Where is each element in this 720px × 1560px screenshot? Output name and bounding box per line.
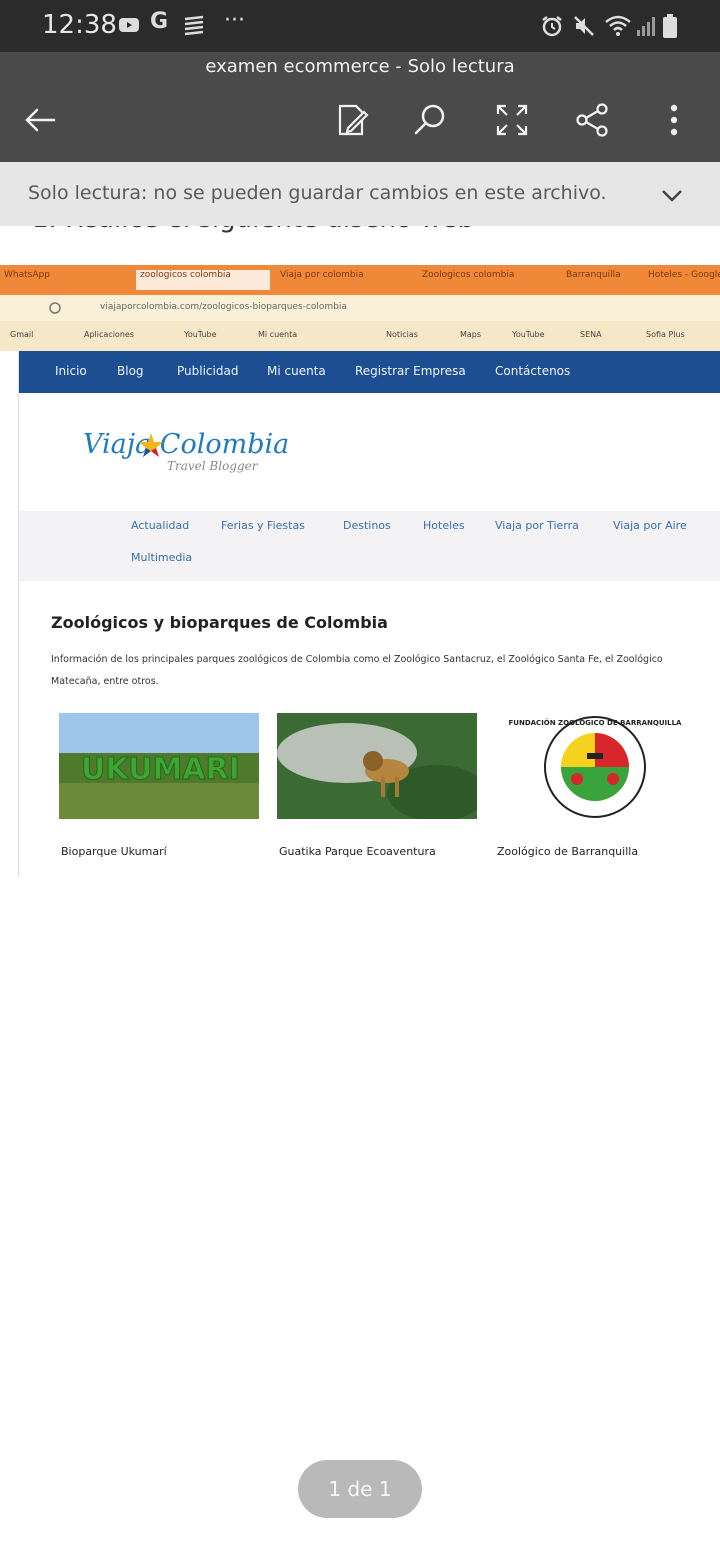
more-options-button[interactable]	[644, 90, 704, 150]
browser-tab: Barranquilla	[566, 270, 621, 280]
card-caption-ukumari: Bioparque Ukumarí	[61, 845, 167, 858]
card-image-guatika	[277, 713, 477, 819]
browser-address-bar: viajaporcolombia.com/zoologicos-bioparqu…	[0, 295, 720, 321]
page-indicator: 1 de 1	[298, 1460, 422, 1518]
logo-subtitle: Travel Blogger	[167, 459, 258, 473]
category-viaja-aire: Viaja por Aire	[613, 519, 687, 532]
logo-title: Viaja Colombia	[83, 429, 290, 460]
bookmark: YouTube	[512, 330, 545, 339]
nav-item-mi-cuenta: Mi cuenta	[267, 364, 326, 378]
nav-item-inicio: Inicio	[55, 364, 87, 378]
logo-star-icon	[139, 433, 163, 457]
bookmark: Mi cuenta	[258, 330, 298, 339]
bookmark: YouTube	[184, 330, 217, 339]
ukumari-sign-text: UKUMARI	[81, 752, 240, 787]
card-caption-guatika: Guatika Parque Ecoaventura	[279, 845, 436, 858]
expand-banner-button[interactable]	[656, 180, 688, 212]
embedded-website-screenshot: WhatsApp zoologicos colombia Viaja por c…	[0, 265, 720, 877]
nav-item-contactenos: Contáctenos	[495, 364, 571, 378]
category-actualidad: Actualidad	[131, 519, 190, 532]
status-time: 12:38	[42, 10, 117, 40]
nav-item-registrar-empresa: Registrar Empresa	[355, 364, 466, 378]
stack-icon	[182, 14, 206, 40]
bookmark: Noticias	[386, 330, 418, 339]
edit-doc-icon	[338, 104, 369, 136]
battery-icon	[662, 14, 678, 44]
edit-button[interactable]	[322, 90, 382, 150]
alarm-icon	[540, 14, 564, 42]
app-header: examen ecommerce - Solo lectura	[0, 52, 720, 162]
browser-tab: Hoteles - Google	[648, 270, 720, 280]
category-destinos: Destinos	[343, 519, 391, 532]
more-vertical-icon	[670, 104, 678, 136]
bookmark: Sofia Plus	[646, 330, 685, 339]
reload-icon	[49, 302, 61, 314]
google-icon: G	[150, 9, 169, 34]
share-button[interactable]	[562, 90, 622, 150]
card-image-ukumari: UKUMARI	[59, 713, 259, 819]
website-page: Inicio Blog Publicidad Mi cuenta Registr…	[18, 351, 720, 877]
share-icon	[576, 103, 608, 137]
site-main-nav: Inicio Blog Publicidad Mi cuenta Registr…	[19, 351, 720, 393]
browser-tab: Zoologicos colombia	[422, 270, 515, 280]
more-dots-icon: ···	[224, 8, 245, 33]
bookmark: SENA	[580, 330, 602, 339]
signal-icon	[636, 14, 658, 42]
arrow-left-icon	[25, 108, 56, 132]
nav-item-publicidad: Publicidad	[177, 364, 239, 378]
category-hoteles: Hoteles	[423, 519, 465, 532]
search-button[interactable]	[400, 90, 460, 150]
bookmark: Maps	[460, 330, 482, 339]
site-page-description: Información de los principales parques z…	[51, 654, 663, 687]
status-bar: 12:38 G ···	[0, 0, 720, 52]
chevron-down-icon	[662, 190, 682, 202]
site-page-title: Zoológicos y bioparques de Colombia	[51, 613, 388, 632]
read-only-banner: Solo lectura: no se pueden guardar cambi…	[0, 162, 720, 226]
read-only-message: Solo lectura: no se pueden guardar cambi…	[28, 182, 607, 204]
search-icon	[414, 104, 445, 135]
zoo-logo-text: FUNDACIÓN ZOOLÓGICO DE BARRANQUILLA	[509, 718, 683, 727]
youtube-icon	[118, 14, 140, 40]
browser-tab: Viaja por colombia	[280, 270, 364, 280]
back-button[interactable]	[10, 90, 70, 150]
card-image-zoo-barranquilla: FUNDACIÓN ZOOLÓGICO DE BARRANQUILLA	[495, 713, 695, 819]
browser-tab: zoologicos colombia	[136, 270, 270, 290]
browser-tab-bar: WhatsApp zoologicos colombia Viaja por c…	[0, 265, 720, 295]
nav-item-blog: Blog	[117, 364, 144, 378]
bookmark: Aplicaciones	[84, 330, 134, 339]
bookmark: Gmail	[10, 330, 34, 339]
address-url: viajaporcolombia.com/zoologicos-bioparqu…	[100, 302, 347, 312]
category-multimedia: Multimedia	[131, 551, 193, 564]
fullscreen-button[interactable]	[482, 90, 542, 150]
category-viaja-tierra: Viaja por Tierra	[495, 519, 579, 532]
expand-icon	[496, 104, 528, 136]
card-caption-zoo-barranquilla: Zoológico de Barranquilla	[497, 845, 639, 858]
document-title: examen ecommerce - Solo lectura	[205, 56, 515, 77]
mute-icon	[572, 14, 596, 42]
wifi-icon	[604, 14, 632, 42]
site-category-nav: Actualidad Ferias y Fiestas Destinos Hot…	[19, 511, 720, 581]
browser-tab: WhatsApp	[4, 270, 50, 280]
bookmarks-bar: Gmail Aplicaciones YouTube Mi cuenta Not…	[0, 321, 720, 351]
category-ferias: Ferias y Fiestas	[221, 519, 305, 532]
